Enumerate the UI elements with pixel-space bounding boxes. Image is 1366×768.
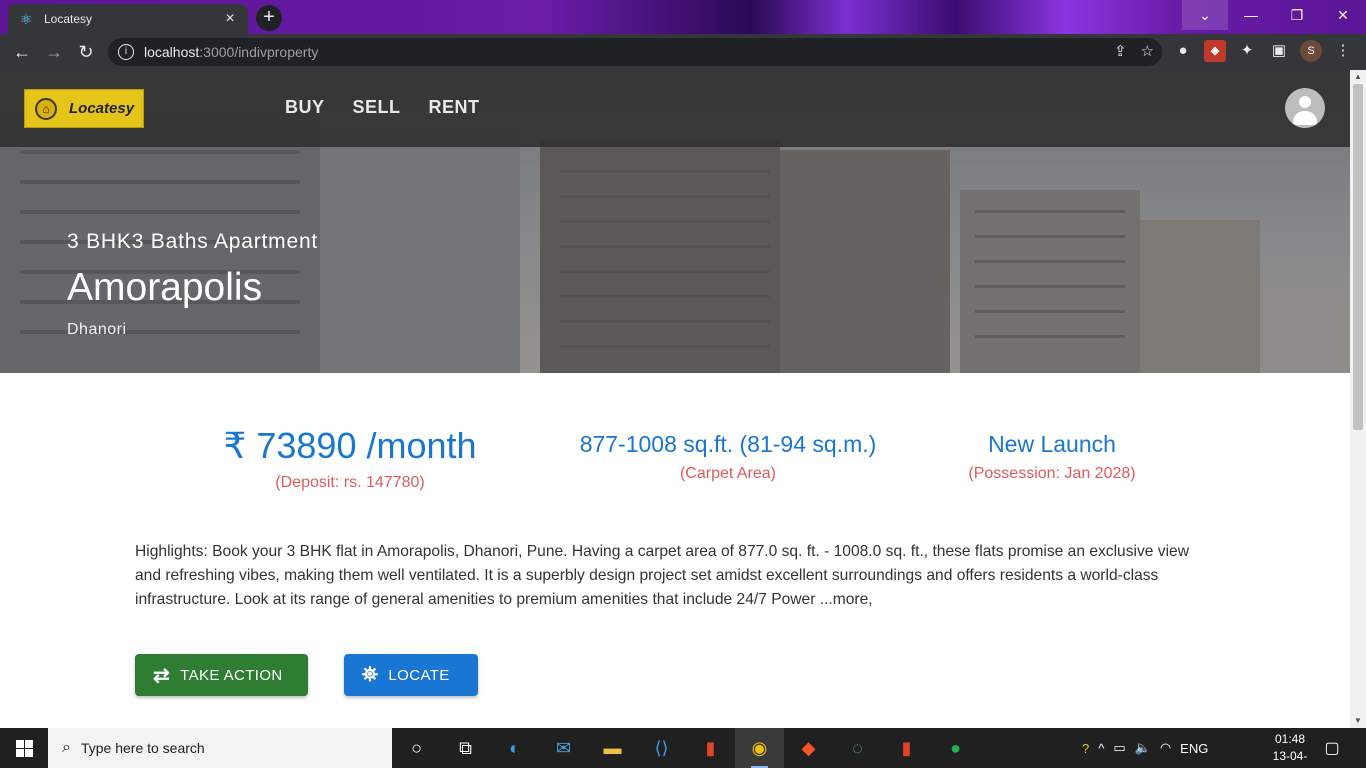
logo-text: Locatesy	[69, 100, 135, 117]
address-bar[interactable]: i localhost:3000/indivproperty ⇪ ☆	[108, 38, 1162, 66]
windows-taskbar: ⌕ Type here to search ○ ⧉ ◐ ✉ ▬ ⟨⟩ ▮ ◉ ◆…	[0, 728, 1366, 768]
status-value: New Launch	[988, 431, 1116, 457]
brave-icon[interactable]: ◆	[784, 728, 833, 768]
task-view-icon[interactable]: ⧉	[441, 728, 490, 768]
file-explorer-icon[interactable]: ▬	[588, 728, 637, 768]
take-action-label: TAKE ACTION	[180, 666, 283, 684]
office-alt-icon[interactable]: ▮	[882, 728, 931, 768]
react-icon: ⚛	[19, 11, 33, 27]
puzzle-icon[interactable]: ✦	[1236, 40, 1258, 62]
property-type: 3 BHK3 Baths Apartment	[67, 230, 319, 253]
restore-button[interactable]: ❐	[1274, 0, 1320, 30]
extension-icon[interactable]: ●	[1172, 40, 1194, 62]
taskbar-clock[interactable]: 01:48 13-04-2022	[1262, 731, 1318, 768]
side-panel-icon[interactable]: ▣	[1268, 40, 1290, 62]
take-action-button[interactable]: ⇄ TAKE ACTION	[135, 654, 308, 696]
site-navbar: ⌂ Locatesy BUY SELL RENT	[0, 70, 1350, 147]
bookmark-star-icon[interactable]: ☆	[1141, 42, 1154, 60]
share-icon[interactable]: ⇪	[1114, 42, 1127, 60]
wifi-icon[interactable]: ◠	[1160, 740, 1171, 756]
locate-button[interactable]: ⛯ LOCATE	[344, 654, 478, 696]
pinned-apps: ○ ⧉ ◐ ✉ ▬ ⟨⟩ ▮ ◉ ◆ ◌ ▮ ●	[392, 728, 980, 768]
brave-extension-icon[interactable]: ◈	[1204, 40, 1226, 62]
page-scrollbar[interactable]: ▲ ▼	[1350, 70, 1366, 728]
url-host: localhost	[144, 44, 200, 60]
nav-link-sell[interactable]: SELL	[353, 97, 401, 118]
user-avatar-icon[interactable]	[1285, 88, 1325, 128]
clock-time: 01:48	[1274, 732, 1306, 746]
locate-label: LOCATE	[388, 666, 450, 684]
circle-app-icon[interactable]: ◌	[833, 728, 882, 768]
map-pin-icon: ⛯	[362, 663, 379, 686]
browser-toolbar: ← → ↻ i localhost:3000/indivproperty ⇪ ☆	[0, 34, 1366, 70]
url-path: :3000/indivproperty	[199, 44, 319, 60]
app-leaf-icon[interactable]: ●	[931, 728, 980, 768]
site-logo[interactable]: ⌂ Locatesy	[24, 89, 144, 128]
browser-tab[interactable]: ⚛ Locatesy ×	[8, 4, 248, 34]
nav-link-rent[interactable]: RENT	[429, 97, 480, 118]
reload-icon[interactable]: ↻	[70, 36, 102, 68]
system-tray: ? ^ ▭ 🔈 ◠ ENG	[1082, 728, 1208, 768]
swap-arrows-icon: ⇄	[153, 664, 171, 687]
menu-kebab-icon[interactable]: ⋮	[1332, 40, 1354, 62]
close-tab-icon[interactable]: ×	[222, 10, 238, 28]
page-viewport: ⌂ Locatesy BUY SELL RENT 3 BHK3 Baths Ap…	[0, 70, 1350, 728]
profile-avatar[interactable]: S	[1300, 40, 1322, 62]
property-name: Amorapolis	[67, 266, 263, 309]
tab-title: Locatesy	[44, 12, 93, 26]
hero-banner: ⌂ Locatesy BUY SELL RENT 3 BHK3 Baths Ap…	[0, 70, 1350, 373]
highlights-text: Highlights: Book your 3 BHK flat in Amor…	[135, 543, 1189, 608]
scrollbar-thumb[interactable]	[1353, 84, 1363, 430]
battery-icon[interactable]: ▭	[1113, 740, 1125, 756]
taskbar-search-box[interactable]: ⌕ Type here to search	[48, 728, 392, 768]
clock-date: 13-04-2022	[1272, 749, 1308, 768]
area-value: 877-1008 sq.ft. (81-94 sq.m.)	[579, 431, 877, 457]
office-icon[interactable]: ▮	[686, 728, 735, 768]
notification-icon[interactable]: ▢	[1322, 738, 1342, 758]
search-icon: ⌕	[62, 739, 71, 756]
extensions-area: ● ◈ ✦ ▣ S ⋮	[1172, 40, 1354, 62]
language-indicator[interactable]: ENG	[1180, 741, 1208, 756]
scroll-up-icon[interactable]: ▲	[1350, 70, 1366, 84]
property-location: Dhanori	[67, 321, 127, 338]
area-label: (Carpet Area)	[679, 465, 777, 482]
price-stat: ₹ 73890 /month (Deposit: rs. 147780)	[210, 425, 490, 492]
nav-links: BUY SELL RENT	[285, 97, 480, 118]
cortana-icon[interactable]: ○	[392, 728, 441, 768]
new-tab-button[interactable]: +	[256, 5, 282, 31]
forward-icon[interactable]: →	[38, 36, 70, 68]
vscode-icon[interactable]: ⟨⟩	[637, 728, 686, 768]
help-icon[interactable]: ?	[1082, 741, 1089, 756]
volume-icon[interactable]: 🔈	[1135, 740, 1151, 756]
tray-chevron-icon[interactable]: ^	[1098, 741, 1104, 756]
scroll-down-icon[interactable]: ▼	[1350, 714, 1366, 728]
home-icon: ⌂	[35, 97, 57, 120]
tab-search-button[interactable]: ⌄	[1182, 0, 1228, 30]
possession-value: (Possession: Jan 2028)	[968, 465, 1136, 482]
mail-icon[interactable]: ✉	[539, 728, 588, 768]
chrome-icon[interactable]: ◉	[735, 728, 784, 768]
minimize-button[interactable]: —	[1228, 0, 1274, 30]
search-placeholder: Type here to search	[80, 740, 205, 756]
deposit-value: (Deposit: rs. 147780)	[275, 474, 425, 491]
status-stat: New Launch (Possession: Jan 2028)	[950, 431, 1154, 483]
close-window-button[interactable]: ✕	[1320, 0, 1366, 30]
edge-icon[interactable]: ◐	[490, 728, 539, 768]
browser-tab-strip: ⚛ Locatesy × + ⌄ — ❐ ✕	[0, 0, 1366, 34]
back-icon[interactable]: ←	[6, 36, 38, 68]
site-info-icon[interactable]: i	[118, 44, 134, 60]
price-value: ₹ 73890 /month	[223, 425, 477, 466]
area-stat: 877-1008 sq.ft. (81-94 sq.m.) (Carpet Ar…	[560, 431, 896, 483]
windows-start-icon[interactable]	[0, 728, 48, 768]
nav-link-buy[interactable]: BUY	[285, 97, 325, 118]
